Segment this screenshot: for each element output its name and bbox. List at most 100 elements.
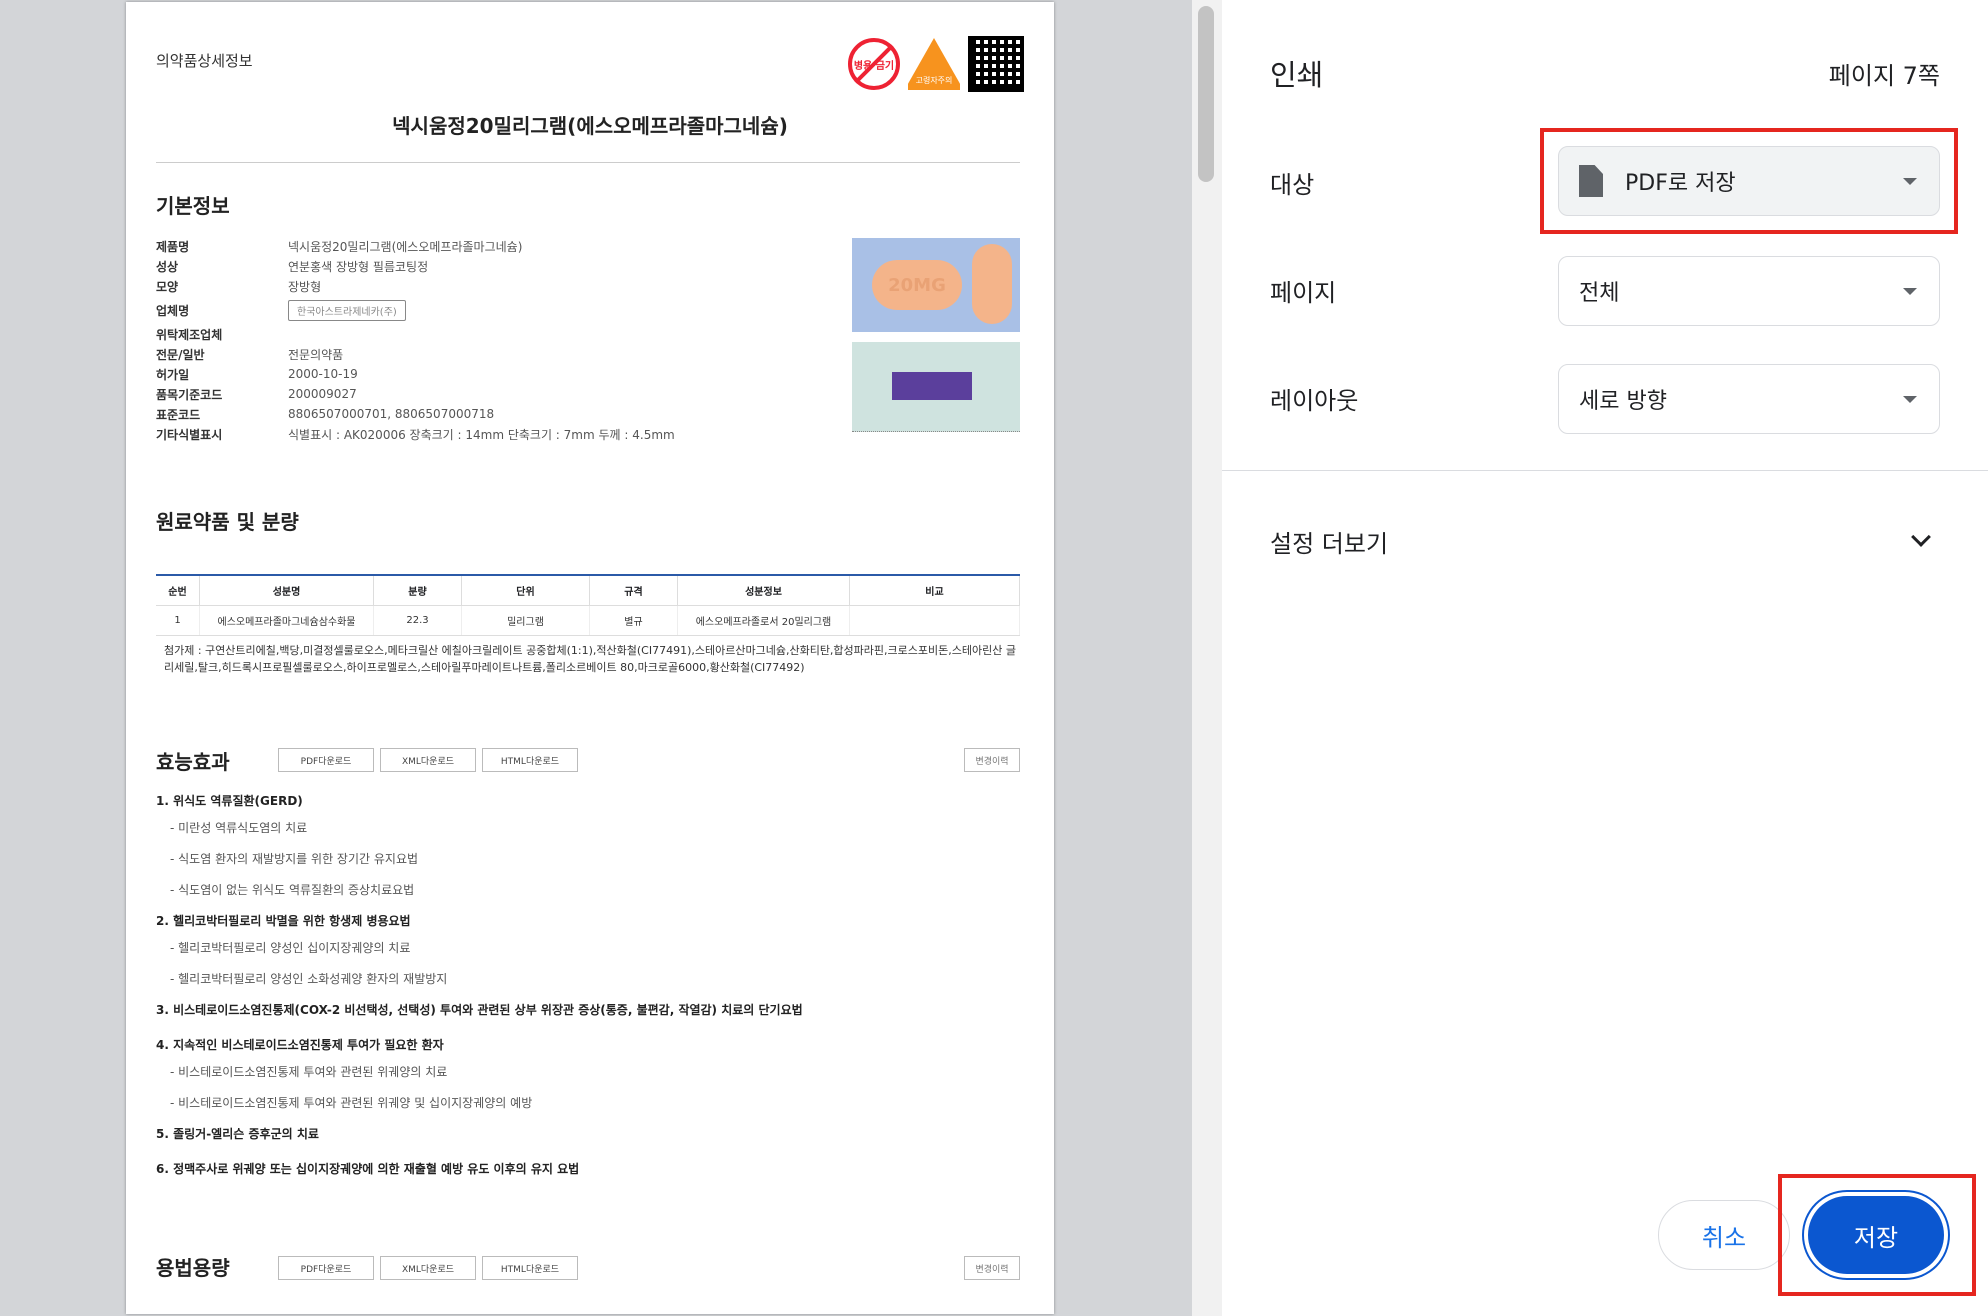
- efficacy-subitem: - 식도염 환자의 재발방지를 위한 장기간 유지요법: [170, 852, 419, 866]
- history-button[interactable]: 변경이력: [964, 1256, 1020, 1280]
- layout-label: 레이아웃: [1270, 387, 1359, 415]
- warning-badges: 병용 금기 고령자주의: [848, 36, 1024, 92]
- layout-select[interactable]: 세로 방향: [1558, 364, 1940, 434]
- efficacy-item: 5. 졸링거-엘리슨 증후군의 치료: [156, 1127, 319, 1141]
- preview-page: 의약품상세정보 병용 금기 고령자주의 넥시움정20밀리그램(에스오메프라졸마그…: [126, 2, 1054, 1314]
- table-cell: 22.3: [374, 606, 462, 635]
- info-value: 2000-10-19: [288, 367, 358, 381]
- info-row: 제품명 넥시움정20밀리그램(에스오메프라졸마그네슘): [156, 236, 856, 256]
- settings-divider: [1222, 470, 1988, 471]
- html-download-button[interactable]: HTML다운로드: [482, 1256, 578, 1280]
- info-value: 식별표시 : AK020006 장축크기 : 14mm 단축크기 : 7mm 두…: [288, 427, 675, 442]
- destination-highlight: [1540, 128, 1958, 234]
- print-preview-area: 의약품상세정보 병용 금기 고령자주의 넥시움정20밀리그램(에스오메프라졸마그…: [0, 0, 1192, 1316]
- ingredients-table: 순번 성분명 분량 단위 규격 성분정보 비교 1 에스오메프라졸마그네슘삼수화…: [156, 574, 1020, 636]
- info-row: 기타식별표시 식별표시 : AK020006 장축크기 : 14mm 단축크기 :…: [156, 424, 856, 444]
- destination-label: 대상: [1270, 171, 1315, 199]
- document-category-label: 의약품상세정보: [156, 52, 253, 70]
- print-settings-panel: 인쇄 페이지 7쪽 대상 PDF로 저장 페이지 전체 레이아웃 세로 방향 설…: [1222, 0, 1988, 1316]
- basic-info-heading: 기본정보: [156, 194, 230, 218]
- info-value: 200009027: [288, 387, 357, 401]
- more-settings-toggle[interactable]: 설정 더보기: [1270, 524, 1388, 559]
- info-row: 위탁제조업체: [156, 324, 856, 344]
- info-row: 성상 연분홍색 장방형 필름코팅정: [156, 256, 856, 276]
- table-cell: [850, 606, 1020, 635]
- info-value: 8806507000701, 8806507000718: [288, 407, 495, 421]
- efficacy-item: 3. 비스테로이드소염진통제(COX-2 비선택성, 선택성) 투여와 관련된 …: [156, 1003, 803, 1017]
- info-row: 허가일 2000-10-19: [156, 364, 856, 384]
- info-key: 기타식별표시: [156, 427, 223, 442]
- preview-scrollbar[interactable]: [1192, 0, 1222, 1316]
- elderly-caution-icon: 고령자주의: [908, 38, 960, 90]
- html-download-button[interactable]: HTML다운로드: [482, 748, 578, 772]
- efficacy-subitem: - 미란성 역류식도염의 치료: [170, 821, 308, 835]
- info-key: 허가일: [156, 367, 190, 382]
- info-key: 제품명: [156, 239, 190, 254]
- layout-value: 세로 방향: [1579, 389, 1667, 414]
- pages-value: 전체: [1579, 281, 1620, 306]
- col-header: 단위: [462, 576, 590, 605]
- info-row: 품목기준코드 200009027: [156, 384, 856, 404]
- efficacy-subitem: - 헬리코박터필로리 양성인 소화성궤양 환자의 재발방지: [170, 972, 448, 986]
- package-image: [852, 342, 1020, 432]
- efficacy-subitem: - 비스테로이드소염진통제 투여와 관련된 위궤양의 치료: [170, 1065, 448, 1079]
- history-button[interactable]: 변경이력: [964, 748, 1020, 772]
- info-value: 한국아스트라제네카(주): [288, 299, 406, 321]
- info-key: 품목기준코드: [156, 387, 223, 402]
- info-value: 전문의약품: [288, 347, 344, 362]
- dropdown-arrow-icon: [1903, 288, 1917, 295]
- info-value: 연분홍색 장방형 필름코팅정: [288, 259, 429, 274]
- efficacy-subitem: - 헬리코박터필로리 양성인 십이지장궤양의 치료: [170, 941, 411, 955]
- dosage-heading: 용법용량: [156, 1256, 230, 1280]
- pill-side: [972, 244, 1012, 324]
- xml-download-button[interactable]: XML다운로드: [380, 1256, 476, 1280]
- col-header: 비교: [850, 576, 1020, 605]
- efficacy-item: 1. 위식도 역류질환(GERD): [156, 794, 303, 808]
- dosage-download-buttons: PDF다운로드 XML다운로드 HTML다운로드: [278, 1256, 578, 1280]
- pill-front: 20MG: [872, 260, 962, 310]
- pdf-download-button[interactable]: PDF다운로드: [278, 748, 374, 772]
- efficacy-item: 2. 헬리코박터필로리 박멸을 위한 항생제 병용요법: [156, 914, 411, 928]
- col-header: 성분정보: [678, 576, 850, 605]
- company-link[interactable]: 한국아스트라제네카(주): [288, 299, 406, 321]
- package-box: [892, 372, 972, 400]
- ingredients-header-row: 순번 성분명 분량 단위 규격 성분정보 비교: [156, 576, 1020, 606]
- pill-image: 20MG: [852, 238, 1020, 332]
- info-row: 업체명 한국아스트라제네카(주): [156, 296, 856, 324]
- print-title: 인쇄: [1270, 58, 1324, 92]
- efficacy-item: 6. 정맥주사로 위궤양 또는 십이지장궤양에 의한 재출혈 예방 유도 이후의…: [156, 1162, 580, 1176]
- info-row: 표준코드 8806507000701, 8806507000718: [156, 404, 856, 424]
- pages-select[interactable]: 전체: [1558, 256, 1940, 326]
- info-key: 위탁제조업체: [156, 327, 223, 342]
- chevron-down-icon[interactable]: [1911, 527, 1931, 547]
- save-highlight: [1778, 1174, 1976, 1296]
- xml-download-button[interactable]: XML다운로드: [380, 748, 476, 772]
- excipients-text: 첨가제 : 구연산트리에칠,백당,미결정셀룰로오스,메타크릴산 에칠아크릴레이트…: [164, 644, 1016, 674]
- col-header: 규격: [590, 576, 678, 605]
- pages-label: 페이지: [1270, 279, 1337, 307]
- col-header: 성분명: [200, 576, 374, 605]
- efficacy-heading: 효능효과: [156, 750, 230, 774]
- table-cell: 별규: [590, 606, 678, 635]
- efficacy-subitem: - 식도염이 없는 위식도 역류질환의 증상치료요법: [170, 883, 415, 897]
- page-count: 페이지 7쪽: [1828, 62, 1940, 90]
- dropdown-arrow-icon: [1903, 396, 1917, 403]
- info-key: 표준코드: [156, 407, 201, 422]
- document-title: 넥시움정20밀리그램(에스오메프라졸마그네슘): [392, 114, 788, 138]
- efficacy-subitem: - 비스테로이드소염진통제 투여와 관련된 위궤양 및 십이지장궤양의 예방: [170, 1096, 533, 1110]
- basic-info-table: 제품명 넥시움정20밀리그램(에스오메프라졸마그네슘) 성상 연분홍색 장방형 필름코…: [156, 236, 856, 444]
- table-cell: 밀리그램: [462, 606, 590, 635]
- table-cell: 에스오메프라졸마그네슘삼수화물: [200, 606, 374, 635]
- preview-scrollbar-thumb[interactable]: [1198, 6, 1214, 182]
- info-key: 성상: [156, 259, 179, 274]
- efficacy-download-buttons: PDF다운로드 XML다운로드 HTML다운로드: [278, 748, 578, 772]
- info-key: 전문/일반: [156, 347, 205, 362]
- table-row: 1 에스오메프라졸마그네슘삼수화물 22.3 밀리그램 별규 에스오메프라졸로서…: [156, 606, 1020, 636]
- info-value: 장방형: [288, 279, 322, 294]
- cancel-button[interactable]: 취소: [1658, 1200, 1790, 1270]
- table-cell: 에스오메프라졸로서 20밀리그램: [678, 606, 850, 635]
- efficacy-item: 4. 지속적인 비스테로이드소염진통제 투여가 필요한 환자: [156, 1038, 444, 1052]
- col-header: 분량: [374, 576, 462, 605]
- pdf-download-button[interactable]: PDF다운로드: [278, 1256, 374, 1280]
- info-row: 모양 장방형: [156, 276, 856, 296]
